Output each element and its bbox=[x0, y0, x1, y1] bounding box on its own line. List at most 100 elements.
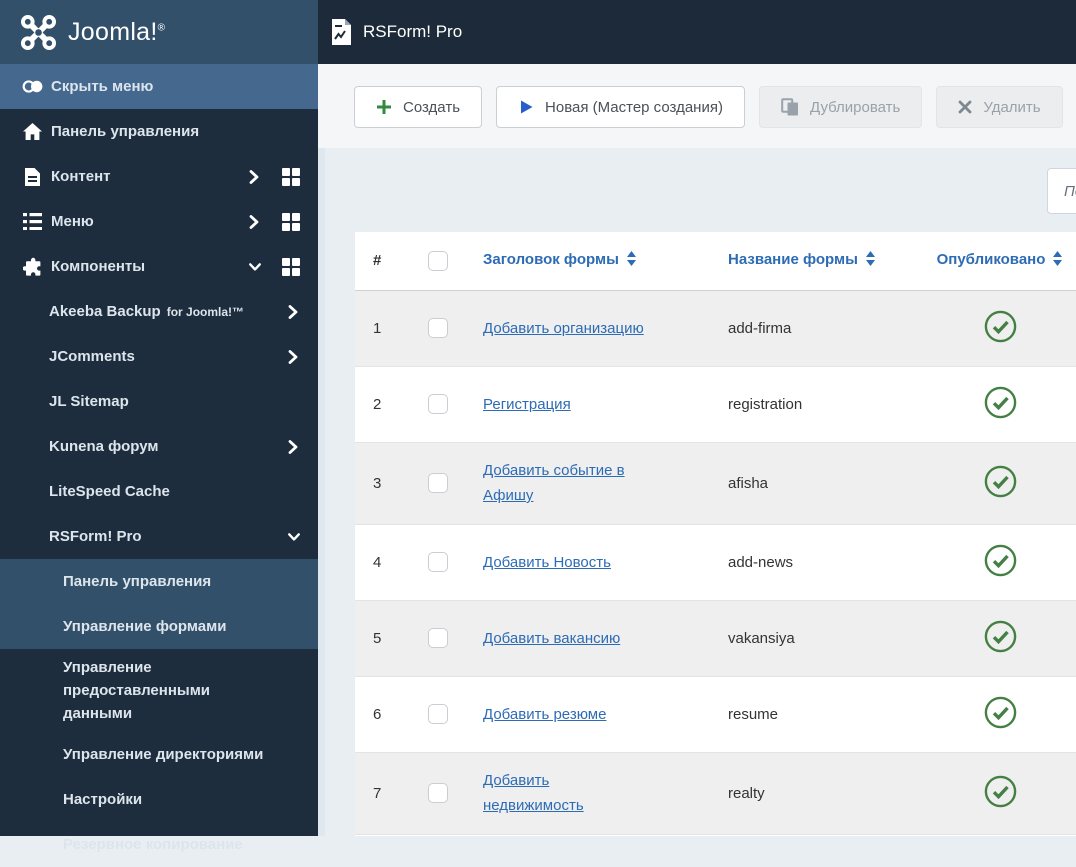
sidebar-item-content[interactable]: Контент bbox=[0, 154, 318, 199]
row-number: 3 bbox=[355, 442, 420, 525]
row-checkbox[interactable] bbox=[428, 552, 448, 572]
row-number: 2 bbox=[355, 366, 420, 443]
sort-icon bbox=[626, 251, 637, 270]
column-header-number: # bbox=[355, 232, 420, 291]
sidebar-item-litespeed-cache[interactable]: LiteSpeed Cache bbox=[0, 469, 318, 514]
sidebar-item-label: Панель управления bbox=[51, 123, 200, 140]
joomla-logo-icon bbox=[20, 14, 57, 51]
sidebar-item-label: Компоненты bbox=[51, 258, 146, 275]
published-icon[interactable] bbox=[984, 696, 1017, 729]
form-title-link[interactable]: Добавить резюме bbox=[483, 706, 606, 723]
row-checkbox[interactable] bbox=[428, 628, 448, 648]
column-header-title[interactable]: Заголовок формы bbox=[465, 232, 710, 291]
grid-icon[interactable] bbox=[282, 167, 300, 186]
sidebar-item-label: Akeeba Backup for Joomla!™ bbox=[49, 303, 245, 320]
row-number: 1 bbox=[355, 290, 420, 367]
table-row: 2 Регистрация registration bbox=[355, 366, 1076, 443]
column-header-name[interactable]: Название формы bbox=[710, 232, 905, 291]
sidebar-item-rsform-backup[interactable]: Резервное копирование bbox=[0, 822, 318, 867]
create-button-label: Создать bbox=[403, 98, 461, 116]
sidebar-item-rsform-settings[interactable]: Настройки bbox=[0, 777, 318, 822]
form-name: resume bbox=[710, 676, 905, 753]
form-title-link[interactable]: Добавить Новость bbox=[483, 554, 611, 571]
published-icon[interactable] bbox=[984, 386, 1017, 419]
sidebar-item-rsform-manage-forms[interactable]: Управление формами bbox=[0, 604, 318, 649]
duplicate-button-label: Дублировать bbox=[809, 98, 901, 116]
row-checkbox[interactable] bbox=[428, 318, 448, 338]
column-header-label: Название формы bbox=[728, 251, 858, 269]
sidebar-item-label: Настройки bbox=[63, 791, 143, 808]
delete-button-label: Удалить bbox=[983, 98, 1041, 116]
row-checkbox[interactable] bbox=[428, 473, 448, 493]
sidebar-item-menu[interactable]: Меню bbox=[0, 199, 318, 244]
published-icon[interactable] bbox=[984, 620, 1017, 653]
table-row: 3 Добавить событие в Афишу afisha bbox=[355, 442, 1076, 525]
logo-text: Joomla!® bbox=[68, 17, 166, 46]
column-header-label: Опубликовано bbox=[936, 251, 1046, 269]
home-icon bbox=[22, 123, 43, 140]
sidebar-item-label: Kunena форум bbox=[49, 438, 159, 455]
form-title-link[interactable]: Добавить вакансию bbox=[483, 630, 620, 647]
delete-button[interactable]: Удалить bbox=[936, 86, 1063, 128]
select-all-checkbox[interactable] bbox=[428, 250, 448, 271]
column-header-published[interactable]: Опубликовано bbox=[905, 232, 1076, 291]
page-title: RSForm! Pro bbox=[363, 22, 463, 41]
sidebar-item-label: LiteSpeed Cache bbox=[49, 483, 170, 500]
sidebar-item-rsform-control-panel[interactable]: Панель управления bbox=[0, 559, 318, 604]
table-row: 4 Добавить Новость add-news bbox=[355, 524, 1076, 601]
chevron-down-icon bbox=[288, 532, 300, 542]
sidebar-item-rsform-manage-submissions[interactable]: Управление предоставленными данными bbox=[0, 649, 318, 732]
form-name: afisha bbox=[710, 442, 905, 525]
puzzle-icon bbox=[22, 257, 43, 277]
sidebar-item-label: Скрыть меню bbox=[51, 78, 154, 95]
sidebar-item-jcomments[interactable]: JComments bbox=[0, 334, 318, 379]
chevron-right-icon bbox=[249, 214, 261, 229]
sort-icon bbox=[1052, 251, 1063, 270]
table-row: 5 Добавить вакансию vakansiya bbox=[355, 600, 1076, 677]
grid-icon[interactable] bbox=[282, 257, 300, 276]
sidebar-item-akeeba-backup[interactable]: Akeeba Backup for Joomla!™ bbox=[0, 289, 318, 334]
row-checkbox[interactable] bbox=[428, 704, 448, 724]
table-row: 7 Добавить недвижимость realty bbox=[355, 752, 1076, 835]
sidebar-item-label: Панель управления bbox=[63, 573, 212, 590]
sidebar-item-hide-menu[interactable]: Скрыть меню bbox=[0, 64, 318, 109]
sidebar-item-label: Меню bbox=[51, 213, 94, 230]
rsform-submenu-active-band: Панель управления Управление формами bbox=[0, 559, 318, 649]
sidebar-item-rsform-pro[interactable]: RSForm! Pro bbox=[0, 514, 318, 559]
logo-reg-mark: ® bbox=[157, 22, 166, 34]
chevron-right-icon bbox=[249, 169, 261, 184]
published-icon[interactable] bbox=[984, 310, 1017, 343]
published-icon[interactable] bbox=[984, 775, 1017, 808]
duplicate-button[interactable]: Дублировать bbox=[758, 86, 923, 128]
form-title-link[interactable]: Добавить организацию bbox=[483, 320, 644, 337]
toggle-icon bbox=[22, 78, 43, 95]
row-checkbox[interactable] bbox=[428, 394, 448, 414]
forms-table: # Заголовок формы Название формы Опублик… bbox=[355, 232, 1076, 835]
published-icon[interactable] bbox=[984, 465, 1017, 498]
published-icon[interactable] bbox=[984, 544, 1017, 577]
sidebar-item-components[interactable]: Компоненты bbox=[0, 244, 318, 289]
create-button[interactable]: Создать bbox=[354, 86, 483, 128]
column-header-label: Заголовок формы bbox=[483, 251, 619, 269]
form-name: registration bbox=[710, 366, 905, 443]
chevron-down-icon bbox=[249, 262, 261, 272]
sidebar-item-label: Резервное копирование bbox=[63, 836, 243, 853]
sidebar-item-jl-sitemap[interactable]: JL Sitemap bbox=[0, 379, 318, 424]
main-area: RSForm! Pro Создать Новая (Мастер создан… bbox=[318, 0, 1076, 836]
sidebar-item-label: Контент bbox=[51, 168, 111, 185]
sidebar-item-kunena-forum[interactable]: Kunena форум bbox=[0, 424, 318, 469]
form-title-link[interactable]: Регистрация bbox=[483, 396, 571, 413]
search-input[interactable] bbox=[1047, 168, 1076, 214]
table-row: 6 Добавить резюме resume bbox=[355, 676, 1076, 753]
grid-icon[interactable] bbox=[282, 212, 300, 231]
form-title-link[interactable]: Добавить недвижимость bbox=[483, 772, 584, 814]
form-title-link[interactable]: Добавить событие в Афишу bbox=[483, 462, 625, 504]
row-number: 6 bbox=[355, 676, 420, 753]
sidebar-item-label: JL Sitemap bbox=[49, 393, 129, 410]
row-number: 7 bbox=[355, 752, 420, 835]
sidebar-item-label: Управление директориями bbox=[63, 746, 264, 763]
sidebar-item-control-panel[interactable]: Панель управления bbox=[0, 109, 318, 154]
row-checkbox[interactable] bbox=[428, 783, 448, 803]
sidebar-item-rsform-manage-directories[interactable]: Управление директориями bbox=[0, 732, 318, 777]
new-wizard-button[interactable]: Новая (Мастер создания) bbox=[496, 86, 745, 128]
